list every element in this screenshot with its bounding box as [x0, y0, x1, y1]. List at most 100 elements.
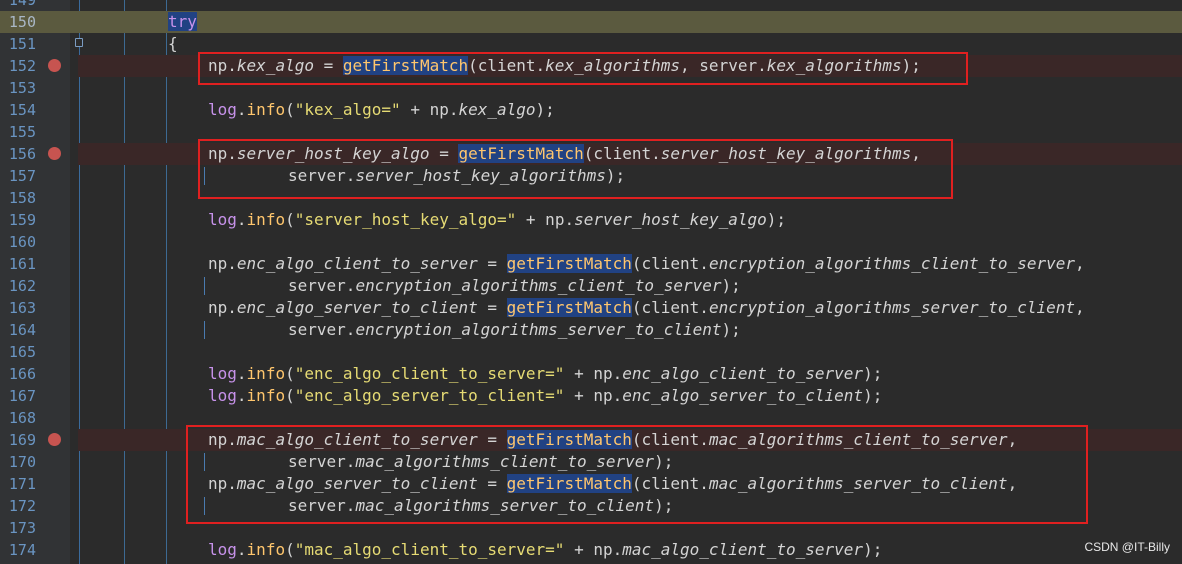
line-number[interactable]: 169: [0, 429, 36, 451]
line-number[interactable]: 171: [0, 473, 36, 495]
line-number[interactable]: 173: [0, 517, 36, 539]
line-number[interactable]: 168: [0, 407, 36, 429]
code-text[interactable]: log.info("kex_algo=" + np.kex_algo);: [208, 99, 555, 121]
code-token: .: [236, 100, 247, 119]
code-line[interactable]: 167 log.info("enc_algo_server_to_client="…: [0, 385, 1182, 407]
code-token: (: [285, 364, 295, 383]
code-token: info: [246, 386, 286, 405]
line-number[interactable]: 164: [0, 319, 36, 341]
code-token: + np.: [400, 100, 459, 119]
code-token: "enc_algo_server_to_client=": [294, 386, 565, 405]
code-token: .: [236, 364, 247, 383]
line-number[interactable]: 154: [0, 99, 36, 121]
line-number[interactable]: 160: [0, 231, 36, 253]
code-text[interactable]: log.info("server_host_key_algo=" + np.se…: [208, 209, 786, 231]
code-token: "mac_algo_client_to_server=": [294, 540, 565, 559]
code-token: .: [236, 210, 247, 229]
line-number[interactable]: 165: [0, 341, 36, 363]
code-line[interactable]: 174 log.info("mac_algo_client_to_server="…: [0, 539, 1182, 561]
line-number[interactable]: 159: [0, 209, 36, 231]
code-token: (: [285, 210, 295, 229]
code-token: mac_algo_client_to_server: [622, 540, 864, 559]
annotation-box: [198, 52, 968, 85]
code-token: np.: [208, 298, 237, 317]
code-token: =: [477, 298, 507, 317]
code-token: + np.: [516, 210, 575, 229]
fold-toggle-icon[interactable]: [75, 38, 83, 47]
code-token: enc_algo_client_to_server: [622, 364, 864, 383]
code-token: (: [285, 540, 295, 559]
line-number[interactable]: 150: [0, 11, 36, 33]
code-token: ,: [1074, 254, 1085, 273]
code-token: );: [721, 276, 741, 295]
code-token: np.: [208, 254, 237, 273]
line-number[interactable]: 162: [0, 275, 36, 297]
code-token: );: [863, 386, 883, 405]
line-number[interactable]: 167: [0, 385, 36, 407]
code-token: "kex_algo=": [294, 100, 401, 119]
code-line[interactable]: 164 server.encryption_algorithms_server_t…: [0, 319, 1182, 341]
code-line[interactable]: 166 log.info("enc_algo_client_to_server="…: [0, 363, 1182, 385]
code-line[interactable]: 150 try: [0, 11, 1182, 33]
line-number[interactable]: 170: [0, 451, 36, 473]
breakpoint-icon[interactable]: [48, 433, 61, 446]
code-token: + np.: [564, 364, 623, 383]
code-token: getFirstMatch: [506, 298, 632, 317]
code-token: + np.: [564, 386, 623, 405]
line-number[interactable]: 149: [0, 0, 36, 11]
line-number[interactable]: 158: [0, 187, 36, 209]
line-number[interactable]: 174: [0, 539, 36, 561]
line-number[interactable]: 157: [0, 165, 36, 187]
line-number[interactable]: 172: [0, 495, 36, 517]
code-token: (: [285, 386, 295, 405]
code-token: log: [208, 364, 237, 383]
code-token: kex_algo: [458, 100, 536, 119]
code-line[interactable]: 160: [0, 231, 1182, 253]
code-token: enc_algo_server_to_client: [236, 298, 478, 317]
code-text[interactable]: server.encryption_algorithms_client_to_s…: [288, 275, 741, 297]
breakpoint-icon[interactable]: [48, 147, 61, 160]
line-number[interactable]: 155: [0, 121, 36, 143]
code-token: info: [246, 210, 286, 229]
code-line[interactable]: 163 np.enc_algo_server_to_client = getFir…: [0, 297, 1182, 319]
code-line[interactable]: 161 np.enc_algo_client_to_server = getFir…: [0, 253, 1182, 275]
code-line[interactable]: 162 server.encryption_algorithms_client_t…: [0, 275, 1182, 297]
code-token: (client.: [631, 298, 709, 317]
line-number[interactable]: 151: [0, 33, 36, 55]
code-text[interactable]: log.info("enc_algo_client_to_server=" + …: [208, 363, 882, 385]
code-token: "enc_algo_client_to_server=": [294, 364, 565, 383]
code-token: );: [766, 210, 786, 229]
code-text[interactable]: np.enc_algo_server_to_client = getFirstM…: [208, 297, 1085, 319]
code-token: server.: [288, 320, 356, 339]
code-text[interactable]: try: [168, 11, 197, 33]
line-number[interactable]: 152: [0, 55, 36, 77]
code-token: try: [168, 12, 197, 31]
line-number[interactable]: 161: [0, 253, 36, 275]
line-number[interactable]: 166: [0, 363, 36, 385]
code-token: );: [721, 320, 741, 339]
code-token: encryption_algorithms_client_to_server: [355, 276, 722, 295]
code-line[interactable]: 149: [0, 0, 1182, 11]
code-token: getFirstMatch: [506, 254, 632, 273]
breakpoint-icon[interactable]: [48, 59, 61, 72]
code-text[interactable]: server.encryption_algorithms_server_to_c…: [288, 319, 741, 341]
code-token: "server_host_key_algo=": [294, 210, 517, 229]
code-token: server_host_key_algo: [574, 210, 767, 229]
line-number[interactable]: 156: [0, 143, 36, 165]
code-token: .: [236, 386, 247, 405]
code-editor[interactable]: 149 150 try 151 {152 np. kex_algo = getFirstMa…: [0, 0, 1182, 564]
code-token: );: [863, 540, 883, 559]
code-text[interactable]: {: [168, 33, 178, 55]
line-number[interactable]: 163: [0, 297, 36, 319]
code-line[interactable]: 165: [0, 341, 1182, 363]
code-line[interactable]: 159 log.info("server_host_key_algo=" + np…: [0, 209, 1182, 231]
code-text[interactable]: log.info("enc_algo_server_to_client=" + …: [208, 385, 882, 407]
code-line[interactable]: 154 log.info("kex_algo=" + np.kex_algo);: [0, 99, 1182, 121]
code-token: {: [168, 34, 178, 53]
code-token: (client.: [631, 254, 709, 273]
code-token: encryption_algorithms_server_to_client: [708, 298, 1075, 317]
line-number[interactable]: 153: [0, 77, 36, 99]
code-text[interactable]: np.enc_algo_client_to_server = getFirstM…: [208, 253, 1085, 275]
annotation-box: [198, 139, 953, 199]
code-text[interactable]: log.info("mac_algo_client_to_server=" + …: [208, 539, 882, 561]
